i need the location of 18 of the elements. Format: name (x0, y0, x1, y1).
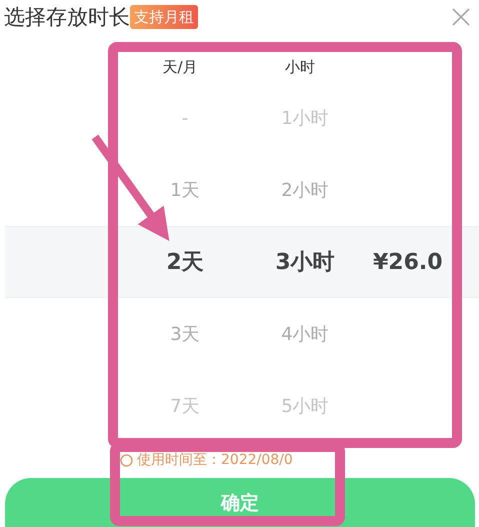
day-option[interactable]: 1天 (170, 176, 200, 204)
dialog-title: 选择存放时长 (4, 4, 130, 31)
hour-option[interactable]: 4小时 (281, 320, 329, 348)
monthly-rental-tag: 支持月租 (130, 5, 198, 29)
info-icon (120, 454, 133, 466)
close-icon[interactable] (451, 7, 471, 27)
column-header: 小时 (285, 56, 315, 78)
hour-option[interactable]: 3小时 (275, 246, 335, 278)
day-option[interactable]: 2天 (166, 246, 204, 278)
column-header: 天/月 (162, 56, 198, 78)
day-option[interactable]: - (182, 104, 188, 132)
expiry-notice: 使用时间至：2022/08/0 (137, 450, 293, 470)
hour-option[interactable]: 2小时 (281, 176, 329, 204)
price-label: ¥26.0 (372, 248, 444, 276)
hour-option[interactable]: 5小时 (281, 392, 329, 420)
day-option[interactable]: 7天 (170, 392, 200, 420)
hour-option[interactable]: 1小时 (281, 104, 329, 132)
day-option[interactable]: 3天 (170, 320, 200, 348)
